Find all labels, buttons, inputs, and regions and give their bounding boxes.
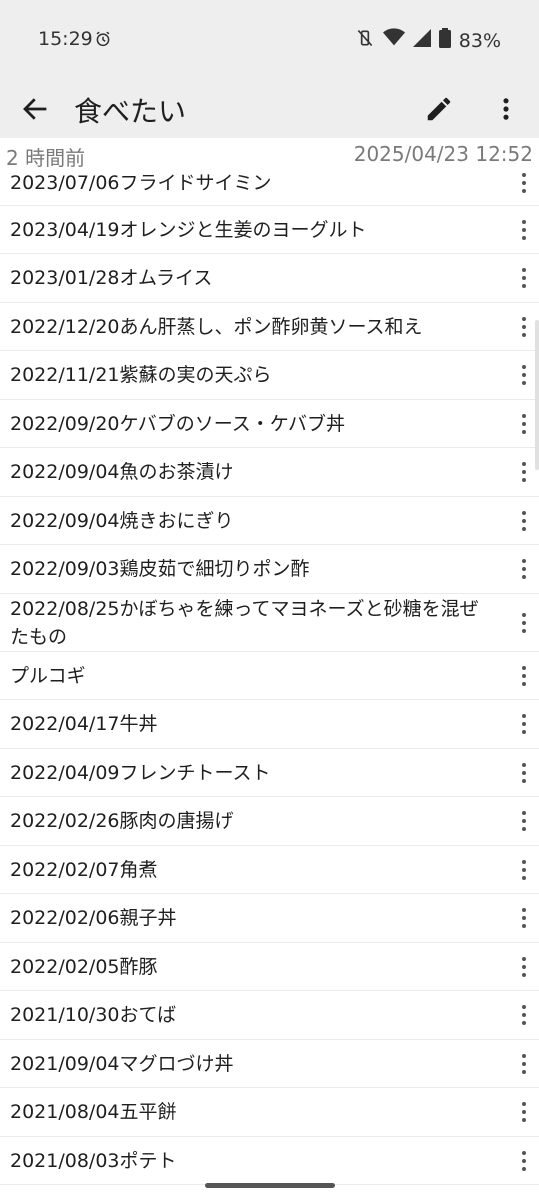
list-item-text: プルコギ — [10, 664, 86, 687]
list-item-text: 2021/08/03ポテト — [10, 1149, 177, 1172]
list-item-text: 2023/01/28オムライス — [10, 267, 213, 289]
list-item[interactable]: 2021/09/04マグロづけ丼 — [0, 1040, 539, 1088]
list-item-text: 2022/02/06親子丼 — [10, 907, 177, 929]
list-item-text: 2022/09/03鶏皮茹で細切りポン酢 — [10, 558, 310, 580]
list-item[interactable]: 2022/09/03鶏皮茹で細切りポン酢 — [0, 545, 539, 594]
list-item[interactable]: 2022/04/17牛丼 — [0, 700, 539, 749]
list-item[interactable]: 2023/04/19オレンジと生姜のヨーグルト — [0, 206, 539, 254]
app-bar: 食べたい — [0, 82, 539, 138]
list-item[interactable]: 2022/04/09フレンチトースト — [0, 749, 539, 797]
list-item[interactable]: 2021/08/03ポテト — [0, 1137, 539, 1185]
list-item-text: 2022/09/20ケバブのソース・ケバブ丼 — [10, 412, 346, 435]
list-item-text: 2022/02/05酢豚 — [10, 955, 158, 978]
status-right: 83% — [355, 28, 501, 53]
item-more-icon[interactable] — [519, 172, 529, 194]
status-time: 15:29 — [38, 28, 93, 50]
list-item[interactable]: 2022/09/04焼きおにぎり — [0, 497, 539, 545]
item-more-icon[interactable] — [519, 956, 529, 978]
item-more-icon[interactable] — [519, 510, 529, 532]
item-more-icon[interactable] — [519, 267, 529, 289]
item-more-icon[interactable] — [519, 558, 529, 580]
list-item[interactable]: 2022/02/06親子丼 — [0, 894, 539, 943]
scrollbar[interactable] — [535, 320, 539, 470]
top-bar: 15:29 83% 食べたい — [0, 0, 539, 138]
list-item-text: 2021/10/30おてば — [10, 1004, 177, 1026]
item-more-icon[interactable] — [519, 762, 529, 784]
mute-vibrate-icon — [355, 28, 375, 53]
list-item[interactable]: 2022/02/26豚肉の唐揚げ — [0, 797, 539, 846]
item-more-icon[interactable] — [519, 665, 529, 687]
list-item[interactable]: 2022/12/20あん肝蒸し、ポン酢卵黄ソース和え — [0, 303, 539, 351]
list-item[interactable]: 2022/11/21紫蘇の実の天ぷら — [0, 351, 539, 400]
item-more-icon[interactable] — [519, 612, 529, 634]
list-item-text: 2023/07/06フライドサイミン — [10, 171, 272, 194]
list-item-text: 2022/12/20あん肝蒸し、ポン酢卵黄ソース和え — [10, 315, 423, 338]
list-item[interactable]: 2022/09/04魚のお茶漬け — [0, 448, 539, 497]
item-more-icon[interactable] — [519, 1101, 529, 1123]
list-item[interactable]: 2021/08/04五平餅 — [0, 1088, 539, 1137]
item-more-icon[interactable] — [519, 859, 529, 881]
list-item[interactable]: 2022/02/07角煮 — [0, 846, 539, 894]
home-indicator[interactable] — [205, 1183, 335, 1188]
list-item[interactable]: 2021/10/30おてば — [0, 991, 539, 1040]
list-item-text: 2021/08/04五平餅 — [10, 1101, 177, 1123]
item-more-icon[interactable] — [519, 364, 529, 386]
battery-percent: 83% — [458, 29, 501, 52]
list-item[interactable]: 2022/02/05酢豚 — [0, 943, 539, 991]
page-title: 食べたい — [74, 95, 187, 128]
list-item-text: 2022/04/17牛丼 — [10, 713, 158, 735]
battery-icon — [438, 28, 451, 53]
item-more-icon[interactable] — [519, 1004, 529, 1026]
list-item-text: 2022/08/25かぼちゃを練ってマヨネーズと砂糖を混ぜたもの — [10, 597, 479, 648]
list-item-text: 2023/04/19オレンジと生姜のヨーグルト — [10, 218, 367, 241]
list-item-text: 2022/09/04焼きおにぎり — [10, 509, 234, 532]
list-item-text: 2022/09/04魚のお茶漬け — [10, 461, 234, 483]
list-item[interactable]: 2023/01/28オムライス — [0, 254, 539, 303]
item-more-icon[interactable] — [519, 413, 529, 435]
item-more-icon[interactable] — [519, 461, 529, 483]
list-item[interactable]: 2022/08/25かぼちゃを練ってマヨネーズと砂糖を混ぜたもの — [0, 594, 539, 652]
list-item-text: 2022/02/26豚肉の唐揚げ — [10, 810, 234, 832]
list-item-text: 2022/02/07角煮 — [10, 858, 158, 881]
item-more-icon[interactable] — [519, 810, 529, 832]
wifi-icon — [382, 28, 405, 53]
pencil-icon[interactable] — [424, 94, 454, 124]
list-item[interactable]: 2022/09/20ケバブのソース・ケバブ丼 — [0, 400, 539, 448]
alarm-icon — [94, 30, 112, 52]
list-item-text: 2021/09/04マグロづけ丼 — [10, 1052, 234, 1075]
status-bar: 15:29 83% — [0, 0, 539, 82]
item-more-icon[interactable] — [519, 316, 529, 338]
more-vert-icon[interactable] — [492, 94, 520, 124]
list-item[interactable]: 2023/07/06フライドサイミン — [0, 160, 539, 206]
list-item-text: 2022/11/21紫蘇の実の天ぷら — [10, 364, 272, 386]
item-more-icon[interactable] — [519, 1150, 529, 1172]
item-more-icon[interactable] — [519, 907, 529, 929]
item-more-icon[interactable] — [519, 713, 529, 735]
list-item[interactable]: プルコギ — [0, 652, 539, 700]
item-list[interactable]: 2023/07/06フライドサイミン 2023/04/19オレンジと生姜のヨーグル… — [0, 160, 539, 1200]
item-more-icon[interactable] — [519, 1053, 529, 1075]
cell-signal-icon — [412, 29, 431, 52]
item-more-icon[interactable] — [519, 219, 529, 241]
back-arrow-icon[interactable] — [20, 94, 50, 124]
list-item-text: 2022/04/09フレンチトースト — [10, 761, 271, 784]
